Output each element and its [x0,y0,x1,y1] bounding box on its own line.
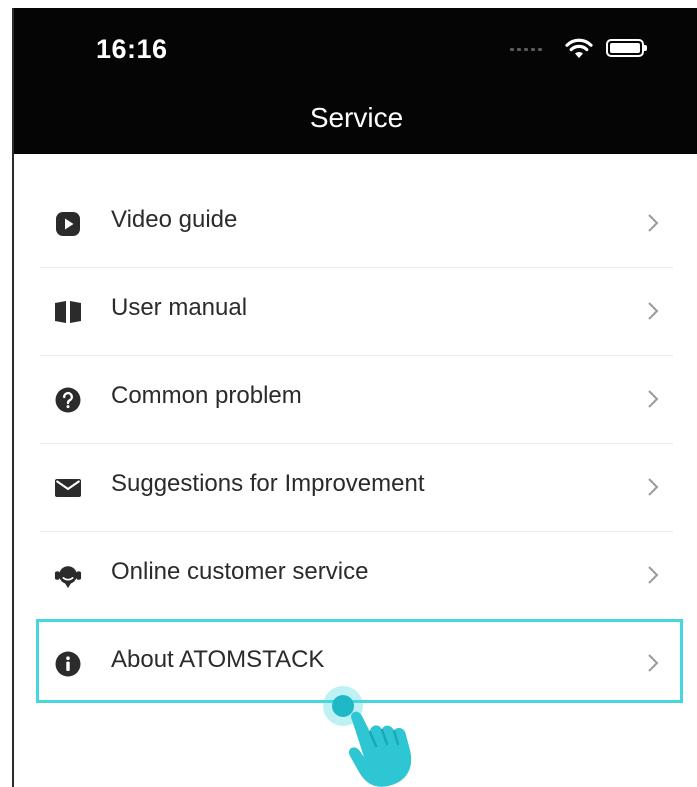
status-time: 16:16 [96,34,168,64]
menu-item-online-customer-service[interactable]: Online customer service [40,532,673,620]
signal-dots-icon [510,48,558,54]
menu-item-common-problem[interactable]: Common problem [40,356,673,444]
menu-item-suggestions[interactable]: Suggestions for Improvement [40,444,673,532]
chevron-right-icon [648,390,659,408]
book-icon [54,298,82,326]
chevron-right-icon [648,478,659,496]
menu-item-label: Online customer service [111,558,369,585]
play-icon [54,210,82,238]
header-bar: 16:16 Service [14,8,697,154]
menu-item-label: User manual [111,294,248,321]
page-title: Service [309,102,404,133]
chevron-right-icon [648,214,659,232]
envelope-icon [54,474,82,502]
menu-item-label: Common problem [111,382,302,409]
tap-hand-icon [323,686,412,787]
battery-icon [606,39,647,57]
chevron-right-icon [648,566,659,584]
menu-item-user-manual[interactable]: User manual [40,268,673,356]
menu-item-label: Video guide [111,206,238,233]
wifi-icon [565,38,593,58]
menu-item-video-guide[interactable]: Video guide [40,180,673,268]
menu-item-label: Suggestions for Improvement [111,470,425,497]
question-icon [54,386,82,414]
phone-screen: 16:16 Service Video guide User manual Co… [12,8,697,787]
chevron-right-icon [648,302,659,320]
headset-icon [54,562,82,590]
